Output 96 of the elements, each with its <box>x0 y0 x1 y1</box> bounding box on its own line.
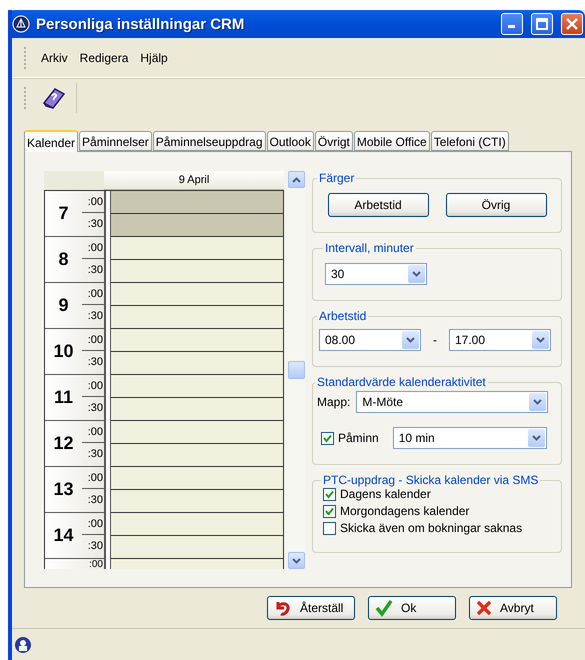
cancel-button[interactable]: Avbryt <box>469 596 557 620</box>
reminder-label: Påminn <box>338 431 379 445</box>
checkbox-label: Dagens kalender <box>340 487 431 501</box>
tab[interactable]: Mobile Office <box>354 131 430 151</box>
minute-label: :30 <box>86 539 104 554</box>
start-time-dropdown[interactable]: 08.00 <box>319 329 421 351</box>
time-slot[interactable] <box>111 467 283 490</box>
group-title: Arbetstid <box>318 309 368 323</box>
folder-label: Mapp: <box>317 395 350 409</box>
minute-label: :00 <box>82 421 104 443</box>
time-slot[interactable] <box>111 260 283 283</box>
tab[interactable]: Påminnelser <box>79 131 152 151</box>
hour-label: 7 <box>57 203 70 224</box>
menu-item[interactable]: Arkiv <box>41 50 68 64</box>
close-button[interactable] <box>561 13 583 35</box>
checkbox-label: Morgondagens kalender <box>340 504 470 518</box>
checkmark-icon <box>375 599 393 617</box>
group-title: Standardvärde kalenderaktivitet <box>316 375 487 389</box>
minute-label: :30 <box>86 401 104 416</box>
hour-label: 12 <box>52 433 75 454</box>
checkbox-label: Skicka även om bokningar saknas <box>340 521 522 535</box>
ok-button[interactable]: Ok <box>368 596 456 620</box>
color-button[interactable]: Övrig <box>446 193 546 217</box>
undo-arrow-icon <box>274 599 292 617</box>
time-slot[interactable] <box>111 490 283 513</box>
minute-label: :00 <box>82 513 104 535</box>
help-book-icon <box>40 85 66 111</box>
end-time-dropdown[interactable]: 17.00 <box>449 329 551 351</box>
tab[interactable]: Övrigt <box>314 131 353 151</box>
date-header: 9 April <box>104 171 284 190</box>
minute-label: :30 <box>86 355 104 370</box>
minute-label: :00 <box>82 191 104 213</box>
time-slot[interactable] <box>111 536 283 559</box>
app-icon <box>12 15 30 33</box>
scroll-thumb[interactable] <box>288 361 304 379</box>
chevron-up-icon <box>292 176 300 182</box>
scrollbar[interactable] <box>287 171 305 569</box>
reminder-dropdown[interactable]: 10 min <box>392 427 547 449</box>
checkbox[interactable] <box>321 432 334 444</box>
menu-item[interactable]: Hjälp <box>140 50 168 64</box>
hour-label: 11 <box>52 387 74 408</box>
tab[interactable]: Påminnelseuppdrag <box>152 131 266 151</box>
minute-label: :30 <box>86 309 104 324</box>
close-icon <box>566 18 578 30</box>
minimize-button[interactable] <box>501 13 523 35</box>
time-slot[interactable] <box>111 398 283 421</box>
user-icon <box>14 636 32 654</box>
hour-label: 14 <box>52 525 75 546</box>
range-separator: - <box>433 333 437 347</box>
minute-label: :00 <box>82 329 104 351</box>
time-slot[interactable] <box>111 329 283 352</box>
minute-label: :30 <box>86 447 104 462</box>
interval-dropdown[interactable]: 30 <box>325 263 427 285</box>
menu-item[interactable]: Redigera <box>80 50 128 64</box>
hour-label: 13 <box>52 479 75 500</box>
hour-label: 9 <box>57 295 70 316</box>
checkbox[interactable] <box>323 522 336 534</box>
minute-label: :00 <box>82 237 104 259</box>
time-slot[interactable] <box>111 444 283 467</box>
scroll-down-button[interactable] <box>288 552 304 569</box>
checkbox[interactable] <box>323 488 336 500</box>
chevron-down-icon <box>292 558 300 564</box>
window-title: Personliga inställningar CRM <box>36 16 246 32</box>
checkbox[interactable] <box>323 504 336 518</box>
folder-dropdown[interactable]: M-Möte <box>356 391 548 413</box>
minute-label: :00 <box>88 559 104 569</box>
time-slot[interactable] <box>111 375 283 398</box>
time-slot[interactable] <box>111 237 283 260</box>
time-slot[interactable] <box>111 191 283 214</box>
color-button[interactable]: Arbetstid <box>328 193 428 217</box>
minute-label: :00 <box>82 283 104 305</box>
minute-label: :00 <box>82 467 104 489</box>
time-slot[interactable] <box>111 421 283 444</box>
time-slot[interactable] <box>111 214 283 237</box>
group-title: Färger <box>318 171 356 185</box>
minute-label: :30 <box>86 493 104 508</box>
hour-label: 10 <box>52 341 75 362</box>
time-slot[interactable] <box>111 352 283 375</box>
time-slot[interactable] <box>111 283 283 306</box>
tab[interactable]: Telefoni (CTI) <box>430 131 509 151</box>
minute-label: :30 <box>86 217 104 232</box>
scroll-up-button[interactable] <box>288 171 304 188</box>
hour-label: 8 <box>57 249 70 270</box>
close-icon <box>476 600 492 616</box>
reset-button[interactable]: Återställ <box>267 596 355 620</box>
maximize-icon <box>536 18 548 30</box>
minute-label: :00 <box>82 375 104 397</box>
time-slot[interactable] <box>111 513 283 536</box>
group-title: Intervall, minuter <box>324 241 415 255</box>
minute-label: :30 <box>86 263 104 278</box>
maximize-button[interactable] <box>531 13 553 35</box>
time-slot[interactable] <box>111 306 283 329</box>
group-title: PTC-uppdrag - Skicka kalender via SMS <box>322 473 540 487</box>
tab[interactable]: Outlook <box>266 131 314 151</box>
tab[interactable]: Kalender <box>24 130 78 152</box>
header-corner <box>44 171 104 190</box>
